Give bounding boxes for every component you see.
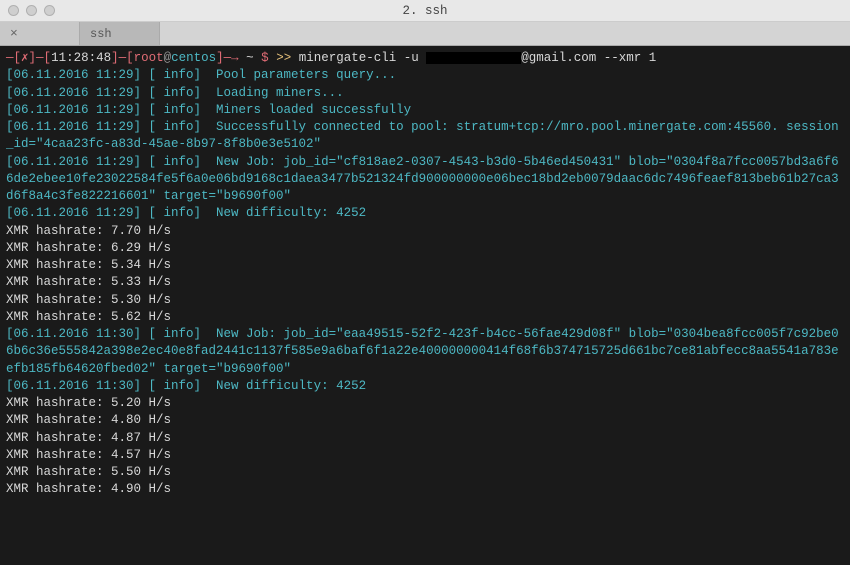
hashrate-line: XMR hashrate: 5.30 H/s xyxy=(6,292,844,309)
tab-bar: × ssh xyxy=(0,22,850,46)
traffic-lights xyxy=(8,5,55,16)
log-line: [06.11.2016 11:29] [ info] New difficult… xyxy=(6,205,844,222)
tab-close-area[interactable]: × xyxy=(0,22,80,45)
hashrate-line: XMR hashrate: 4.87 H/s xyxy=(6,430,844,447)
hashrate-line: XMR hashrate: 5.34 H/s xyxy=(6,257,844,274)
log-line: [06.11.2016 11:29] [ info] Miners loaded… xyxy=(6,102,844,119)
log-line: [06.11.2016 11:29] [ info] Successfully … xyxy=(6,119,844,154)
hashrate-line: XMR hashrate: 6.29 H/s xyxy=(6,240,844,257)
hashrate-line: XMR hashrate: 5.20 H/s xyxy=(6,395,844,412)
tab-label: ssh xyxy=(90,27,112,41)
close-icon[interactable]: × xyxy=(10,26,18,41)
log-line: [06.11.2016 11:29] [ info] New Job: job_… xyxy=(6,154,844,206)
close-icon[interactable] xyxy=(8,5,19,16)
hashrate-line: XMR hashrate: 5.50 H/s xyxy=(6,464,844,481)
log-line: [06.11.2016 11:30] [ info] New difficult… xyxy=(6,378,844,395)
hashrate-line: XMR hashrate: 7.70 H/s xyxy=(6,223,844,240)
hashrate-line: XMR hashrate: 4.90 H/s xyxy=(6,481,844,498)
redacted-email xyxy=(426,52,521,64)
hashrate-line: XMR hashrate: 4.80 H/s xyxy=(6,412,844,429)
minimize-icon[interactable] xyxy=(26,5,37,16)
tab-ssh[interactable]: ssh xyxy=(80,22,160,45)
hashrate-line: XMR hashrate: 4.57 H/s xyxy=(6,447,844,464)
log-line: [06.11.2016 11:30] [ info] New Job: job_… xyxy=(6,326,844,378)
maximize-icon[interactable] xyxy=(44,5,55,16)
window-title: 2. ssh xyxy=(402,4,447,18)
prompt-line: —[✗]—[11:28:48]—[root@centos]—→ ~ $ >> m… xyxy=(6,50,844,67)
hashrate-line: XMR hashrate: 5.62 H/s xyxy=(6,309,844,326)
hashrate-line: XMR hashrate: 5.33 H/s xyxy=(6,274,844,291)
window-titlebar: 2. ssh xyxy=(0,0,850,22)
log-line: [06.11.2016 11:29] [ info] Loading miner… xyxy=(6,85,844,102)
terminal-output[interactable]: —[✗]—[11:28:48]—[root@centos]—→ ~ $ >> m… xyxy=(0,46,850,503)
log-line: [06.11.2016 11:29] [ info] Pool paramete… xyxy=(6,67,844,84)
